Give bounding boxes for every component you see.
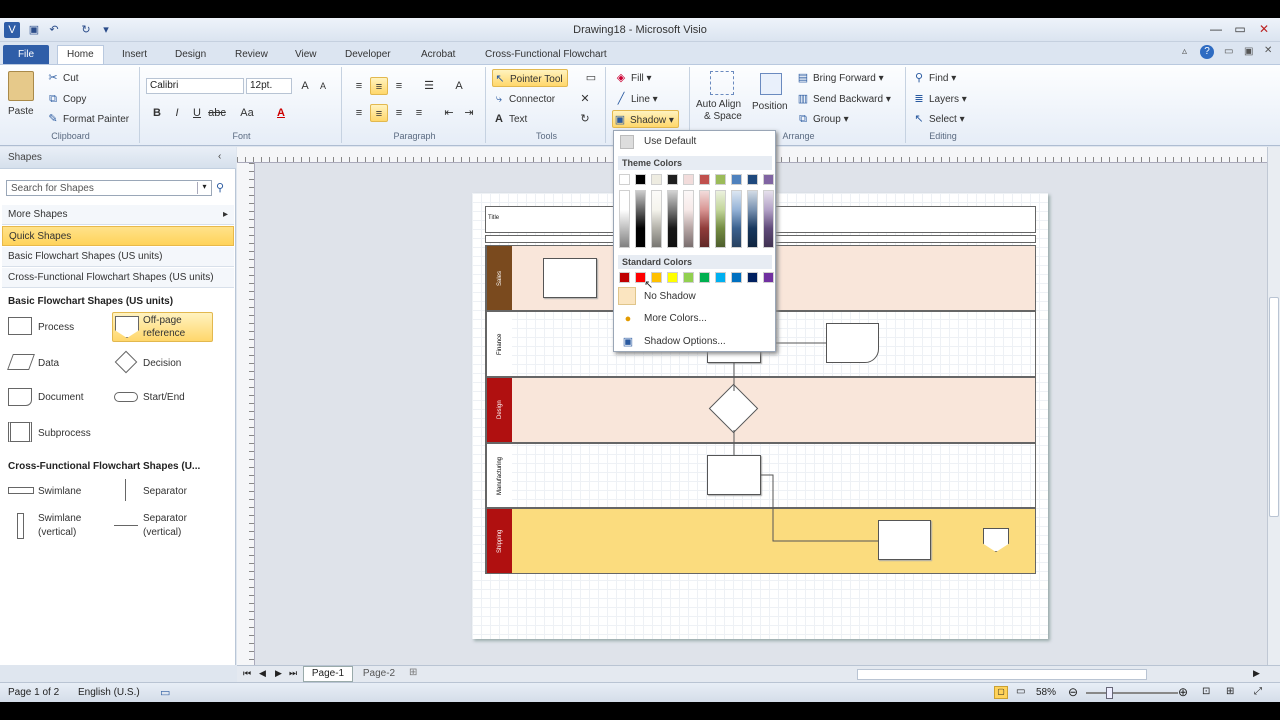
theme-color-swatch[interactable]: [667, 174, 678, 185]
letterbox-bottom: [0, 702, 1280, 720]
standard-color-swatch[interactable]: [635, 272, 646, 283]
next-page-icon[interactable]: ▶: [275, 668, 282, 679]
theme-color-swatch[interactable]: [635, 174, 646, 185]
theme-color-swatch[interactable]: [699, 174, 710, 185]
theme-colors-heading: Theme Colors: [618, 156, 772, 170]
page-tab-1[interactable]: Page-1: [303, 666, 353, 682]
page-tabs-bar: ⏮ ◀ ▶ ⏭ Page-1 Page-2 ⊞ ▶: [237, 665, 1280, 682]
prev-page-icon[interactable]: ◀: [259, 668, 266, 679]
zoom-slider-thumb[interactable]: [1106, 687, 1113, 699]
standard-color-swatch[interactable]: [667, 272, 678, 283]
page-count[interactable]: Page 1 of 2: [8, 687, 59, 698]
theme-color-swatch[interactable]: [619, 174, 630, 185]
theme-color-swatch[interactable]: [715, 174, 726, 185]
standard-color-swatch[interactable]: [715, 272, 726, 283]
pan-zoom-icon[interactable]: ⤢: [1254, 686, 1262, 697]
theme-color-shades[interactable]: [699, 190, 710, 248]
switch-windows-icon[interactable]: ⊞: [1226, 686, 1234, 697]
no-shadow-item[interactable]: No Shadow: [644, 289, 696, 305]
theme-color-shades[interactable]: [715, 190, 726, 248]
connector-manufacturing-shipping: [761, 474, 878, 542]
theme-color-swatch[interactable]: [763, 174, 774, 185]
zoom-in-icon[interactable]: ⊕: [1178, 685, 1188, 699]
standard-color-swatch[interactable]: [747, 272, 758, 283]
zoom-level[interactable]: 58%: [1036, 687, 1056, 698]
theme-color-swatch[interactable]: [747, 174, 758, 185]
full-page-view-icon[interactable]: ▢: [994, 686, 1008, 699]
presentation-mode-icon[interactable]: ▭: [1016, 686, 1025, 697]
language[interactable]: English (U.S.): [78, 687, 140, 698]
first-page-icon[interactable]: ⏮: [243, 668, 251, 679]
standard-color-swatch[interactable]: [731, 272, 742, 283]
connectors: [733, 342, 878, 542]
page-tab-2[interactable]: Page-2: [357, 667, 401, 682]
standard-color-swatch[interactable]: [699, 272, 710, 283]
shadow-options-item[interactable]: Shadow Options...: [644, 334, 726, 350]
status-bar: Page 1 of 2 English (U.S.) ▭ ▢ ▭ 58% ⊖ ⊕…: [0, 682, 1280, 702]
standard-colors-heading: Standard Colors: [618, 255, 772, 269]
last-page-icon[interactable]: ⏭: [289, 668, 297, 679]
use-default-item[interactable]: Use Default: [644, 134, 696, 150]
theme-color-shades[interactable]: [667, 190, 678, 248]
theme-color-shades[interactable]: [747, 190, 758, 248]
visio-window: V ▣ ↶ ↻ ▾ Drawing18 - Microsoft Visio — …: [0, 0, 1280, 720]
theme-color-shades[interactable]: [635, 190, 646, 248]
theme-color-swatch[interactable]: [683, 174, 694, 185]
use-default-icon: [620, 135, 634, 149]
standard-color-swatch[interactable]: [683, 272, 694, 283]
theme-color-shades[interactable]: [731, 190, 742, 248]
theme-color-shades[interactable]: [651, 190, 662, 248]
standard-color-swatch[interactable]: [763, 272, 774, 283]
theme-color-shades[interactable]: [763, 190, 774, 248]
scroll-right-icon[interactable]: ▶: [1253, 668, 1260, 679]
shadow-dropdown: Use Default Theme Colors Standard Colors…: [613, 130, 776, 352]
theme-color-swatch[interactable]: [731, 174, 742, 185]
fit-page-icon[interactable]: ⊡: [1202, 686, 1210, 697]
theme-color-swatch[interactable]: [651, 174, 662, 185]
more-colors-item[interactable]: More Colors...: [644, 311, 707, 327]
shadow-options-icon: ▣: [622, 336, 634, 348]
color-wheel-icon: ●: [624, 313, 632, 325]
insert-page-icon[interactable]: ⊞: [409, 667, 417, 678]
standard-color-swatch[interactable]: [619, 272, 630, 283]
zoom-slider[interactable]: [1086, 692, 1178, 694]
theme-color-shades[interactable]: [619, 190, 630, 248]
theme-color-shades[interactable]: [683, 190, 694, 248]
zoom-out-icon[interactable]: ⊖: [1068, 685, 1078, 699]
no-shadow-icon: [618, 287, 636, 305]
macro-record-icon[interactable]: ▭: [160, 686, 170, 699]
standard-color-swatch[interactable]: [651, 272, 662, 283]
horizontal-scroll-thumb[interactable]: [857, 669, 1147, 680]
